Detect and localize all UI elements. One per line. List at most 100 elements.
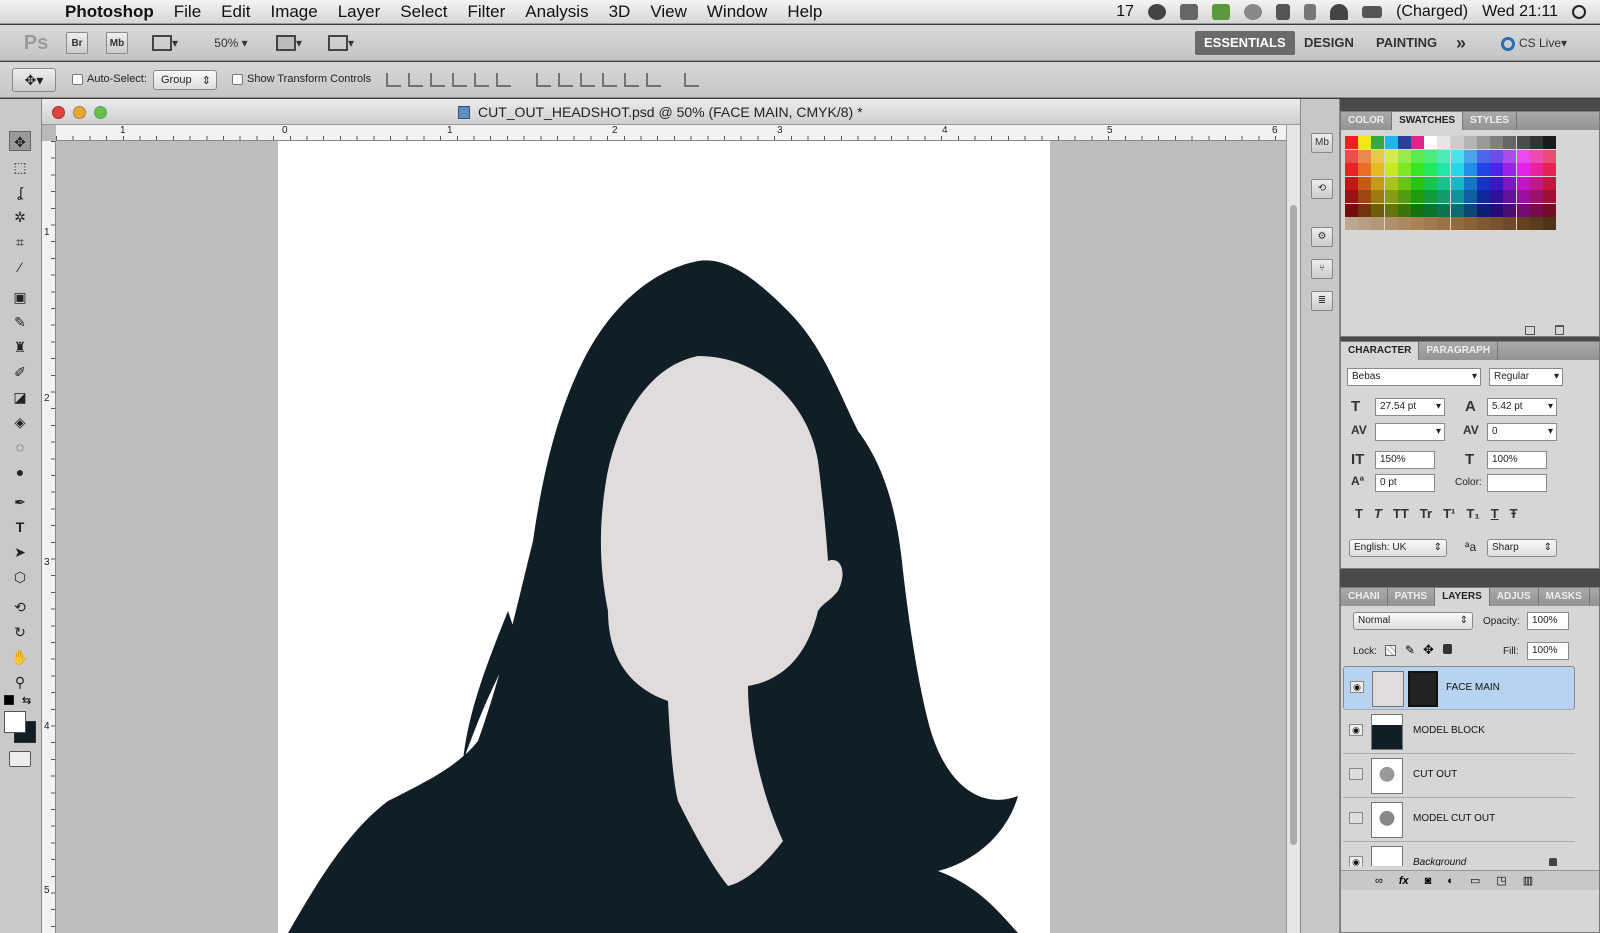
layer-mask-thumbnail[interactable] (1408, 671, 1438, 707)
color-swatch[interactable] (1358, 149, 1372, 163)
scrollbar-thumb[interactable] (1290, 205, 1297, 845)
color-swatch[interactable] (1516, 203, 1530, 217)
workspace-painting[interactable]: PAINTING (1367, 31, 1446, 55)
color-swatch[interactable] (1384, 203, 1398, 217)
shape-tool-icon[interactable]: ⬡ (9, 567, 31, 587)
auto-align-icon[interactable] (684, 73, 699, 87)
new-layer-icon[interactable]: ◳ (1496, 874, 1506, 887)
color-swatch[interactable] (1503, 149, 1517, 163)
paint-bucket-tool-icon[interactable]: ◈ (9, 412, 31, 432)
color-swatch[interactable] (1516, 136, 1530, 149)
quick-select-tool-icon[interactable]: ✲ (9, 207, 31, 227)
color-swatch[interactable] (1543, 163, 1556, 176)
color-swatch[interactable] (1371, 149, 1385, 163)
color-swatch[interactable] (1503, 136, 1517, 149)
color-swatch[interactable] (1345, 136, 1358, 149)
cs-live-button[interactable]: CS Live▾ (1492, 31, 1576, 55)
menu-select[interactable]: Select (391, 2, 458, 22)
menu-layer[interactable]: Layer (329, 2, 392, 22)
eye-icon[interactable]: ◉ (1350, 681, 1364, 693)
delete-swatch-icon[interactable] (1555, 325, 1564, 335)
tracking-field[interactable]: 0 ▾ (1487, 423, 1557, 441)
color-swatch[interactable] (1490, 203, 1504, 217)
color-swatch[interactable] (1358, 176, 1372, 190)
color-swatch[interactable] (1345, 217, 1358, 230)
color-swatch[interactable] (1516, 163, 1530, 176)
color-swatch[interactable] (1477, 136, 1490, 149)
new-swatch-icon[interactable] (1525, 326, 1535, 335)
color-swatch[interactable] (1516, 217, 1530, 230)
color-swatch[interactable] (1463, 136, 1477, 149)
color-swatch[interactable] (1503, 203, 1517, 217)
layer-row-model-cut-out[interactable]: MODEL CUT OUT (1343, 798, 1575, 842)
color-swatch[interactable] (1437, 149, 1451, 163)
delete-layer-icon[interactable]: ▥ (1523, 874, 1533, 887)
tab-character[interactable]: CHARACTER (1341, 342, 1420, 360)
color-swatch[interactable] (1529, 136, 1543, 149)
menu-image[interactable]: Image (261, 2, 328, 22)
color-swatch[interactable] (1437, 176, 1451, 190)
color-swatch[interactable] (1477, 176, 1490, 190)
actions-panel-icon[interactable]: ⚙ (1311, 227, 1333, 247)
distribute-vcenter-icon[interactable] (558, 73, 573, 87)
zoom-window-icon[interactable] (94, 106, 107, 119)
color-swatch[interactable] (1371, 136, 1385, 149)
adjustment-layer-icon[interactable]: ◐ (1447, 875, 1454, 887)
color-swatch[interactable] (1503, 217, 1517, 230)
color-swatch[interactable] (1543, 217, 1556, 230)
color-swatch[interactable] (1437, 203, 1451, 217)
crop-tool-icon[interactable]: ⌗ (9, 232, 31, 252)
color-swatch[interactable] (1397, 149, 1411, 163)
brush-tool-icon[interactable]: ✎ (9, 312, 31, 332)
spotlight-icon[interactable] (1572, 5, 1586, 19)
color-swatch[interactable] (1529, 190, 1543, 203)
brush-presets-panel-icon[interactable]: ⑂ (1311, 259, 1333, 279)
color-swatch[interactable] (1424, 136, 1438, 149)
align-bottom-icon[interactable] (430, 73, 445, 87)
color-swatch[interactable] (1516, 190, 1530, 203)
color-swatch[interactable] (1345, 149, 1358, 163)
visibility-toggle[interactable] (1349, 768, 1363, 780)
fx-icon[interactable]: fx (1399, 875, 1409, 887)
pasteboard[interactable] (56, 141, 1286, 933)
color-swatch[interactable] (1371, 203, 1385, 217)
color-swatch[interactable] (1384, 136, 1398, 149)
color-swatch[interactable] (1437, 163, 1451, 176)
blend-mode-select[interactable]: Normal ⇕ (1353, 612, 1473, 630)
color-swatch[interactable] (1345, 176, 1358, 190)
mini-bridge-button[interactable]: Mb (106, 32, 128, 54)
color-swatch[interactable] (1450, 149, 1464, 163)
3d-rotate-tool-icon[interactable]: ⟲ (9, 597, 31, 617)
baseline-shift-field[interactable]: 0 pt (1375, 474, 1435, 492)
color-swatch[interactable] (1463, 149, 1477, 163)
superscript-button[interactable]: T¹ (1443, 506, 1455, 521)
color-swatch[interactable] (1424, 203, 1438, 217)
strikethrough-button[interactable]: Ŧ (1510, 506, 1518, 521)
color-swatch[interactable] (1450, 176, 1464, 190)
color-swatch[interactable] (1463, 203, 1477, 217)
color-swatch[interactable] (1411, 203, 1424, 217)
lasso-tool-icon[interactable]: ʆ (9, 182, 31, 202)
clock[interactable]: Wed 21:11 (1482, 3, 1558, 21)
color-swatch[interactable] (1397, 176, 1411, 190)
color-swatch[interactable] (1384, 190, 1398, 203)
cup-icon[interactable] (1180, 4, 1199, 20)
color-swatch[interactable] (1424, 176, 1438, 190)
color-swatch[interactable] (1543, 149, 1556, 163)
color-swatch[interactable] (1411, 149, 1424, 163)
close-window-icon[interactable] (52, 106, 65, 119)
color-swatch[interactable] (1477, 217, 1490, 230)
dodge-tool-icon[interactable]: ● (9, 462, 31, 482)
align-hcenter-icon[interactable] (474, 73, 489, 87)
eye-icon[interactable]: ◉ (1349, 856, 1363, 866)
color-swatch[interactable] (1358, 190, 1372, 203)
marquee-tool-icon[interactable]: ⬚ (9, 157, 31, 177)
menu-edit[interactable]: Edit (212, 2, 261, 22)
foreground-color-swatch[interactable] (4, 711, 26, 733)
color-swatch[interactable] (1397, 163, 1411, 176)
anti-alias-select[interactable]: Sharp ⇕ (1487, 539, 1557, 557)
color-swatch[interactable] (1371, 190, 1385, 203)
color-swatch[interactable] (1477, 163, 1490, 176)
color-swatch[interactable] (1411, 176, 1424, 190)
clone-stamp-tool-icon[interactable]: ♜ (9, 337, 31, 357)
